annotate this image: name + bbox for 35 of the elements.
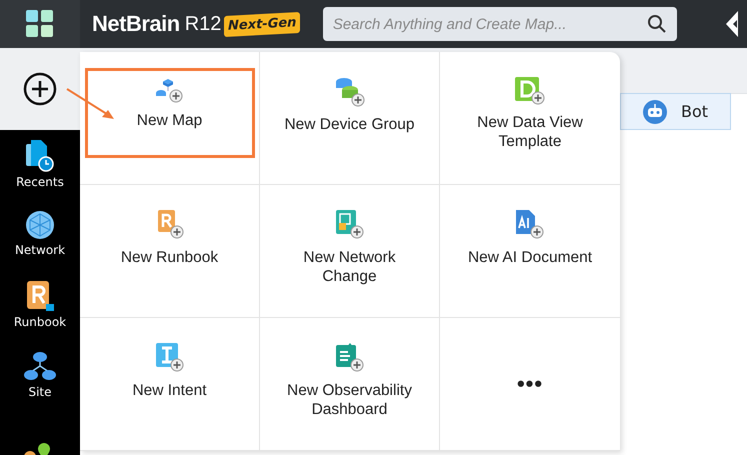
runbook-icon xyxy=(25,280,55,312)
sidebar-item[interactable]: Network xyxy=(1,210,79,280)
callout-arrow xyxy=(66,88,116,122)
menu-item[interactable]: New Network Change xyxy=(264,201,434,296)
sidebar-item[interactable]: Runbook xyxy=(1,280,79,350)
data-view-add-icon xyxy=(515,77,545,105)
robot-icon xyxy=(642,100,667,124)
network-change-add-icon xyxy=(336,210,364,240)
site-tree-icon xyxy=(24,350,56,382)
map-add-icon xyxy=(156,77,184,103)
apps-icon[interactable] xyxy=(25,9,55,39)
edition-badge: Next-Gen xyxy=(224,12,301,36)
menu-item[interactable]: New Intent xyxy=(84,334,254,424)
menu-item[interactable]: New Map xyxy=(84,68,254,158)
ai-document-add-icon xyxy=(516,210,544,240)
dashboard-add-icon xyxy=(336,343,364,373)
search-field[interactable]: Search Anything and Create Map... xyxy=(322,7,677,41)
menu-item[interactable]: New Runbook xyxy=(84,201,254,291)
globe-mesh-icon xyxy=(25,210,55,240)
runbook-add-icon xyxy=(156,210,184,240)
intent-add-icon xyxy=(156,343,184,373)
search-icon[interactable] xyxy=(646,14,667,34)
menu-item[interactable]: New AI Document xyxy=(445,201,615,291)
sidebar-item[interactable]: Recents xyxy=(1,140,79,210)
device-group-add-icon xyxy=(334,77,364,107)
menu-item[interactable]: New Data View Template xyxy=(445,68,615,161)
logo-text: NetBrain xyxy=(92,11,180,37)
sidebar-item[interactable]: Site xyxy=(1,350,79,420)
menu-item[interactable]: New Device Group xyxy=(264,68,434,158)
menu-item[interactable]: ••• xyxy=(445,334,615,424)
version-label: R12 xyxy=(184,12,222,36)
documents-clock-icon xyxy=(25,140,55,172)
add-icon[interactable] xyxy=(23,72,57,106)
menu-item[interactable]: New Observability Dashboard xyxy=(264,334,434,429)
bot-button[interactable]: Bot xyxy=(620,93,731,130)
